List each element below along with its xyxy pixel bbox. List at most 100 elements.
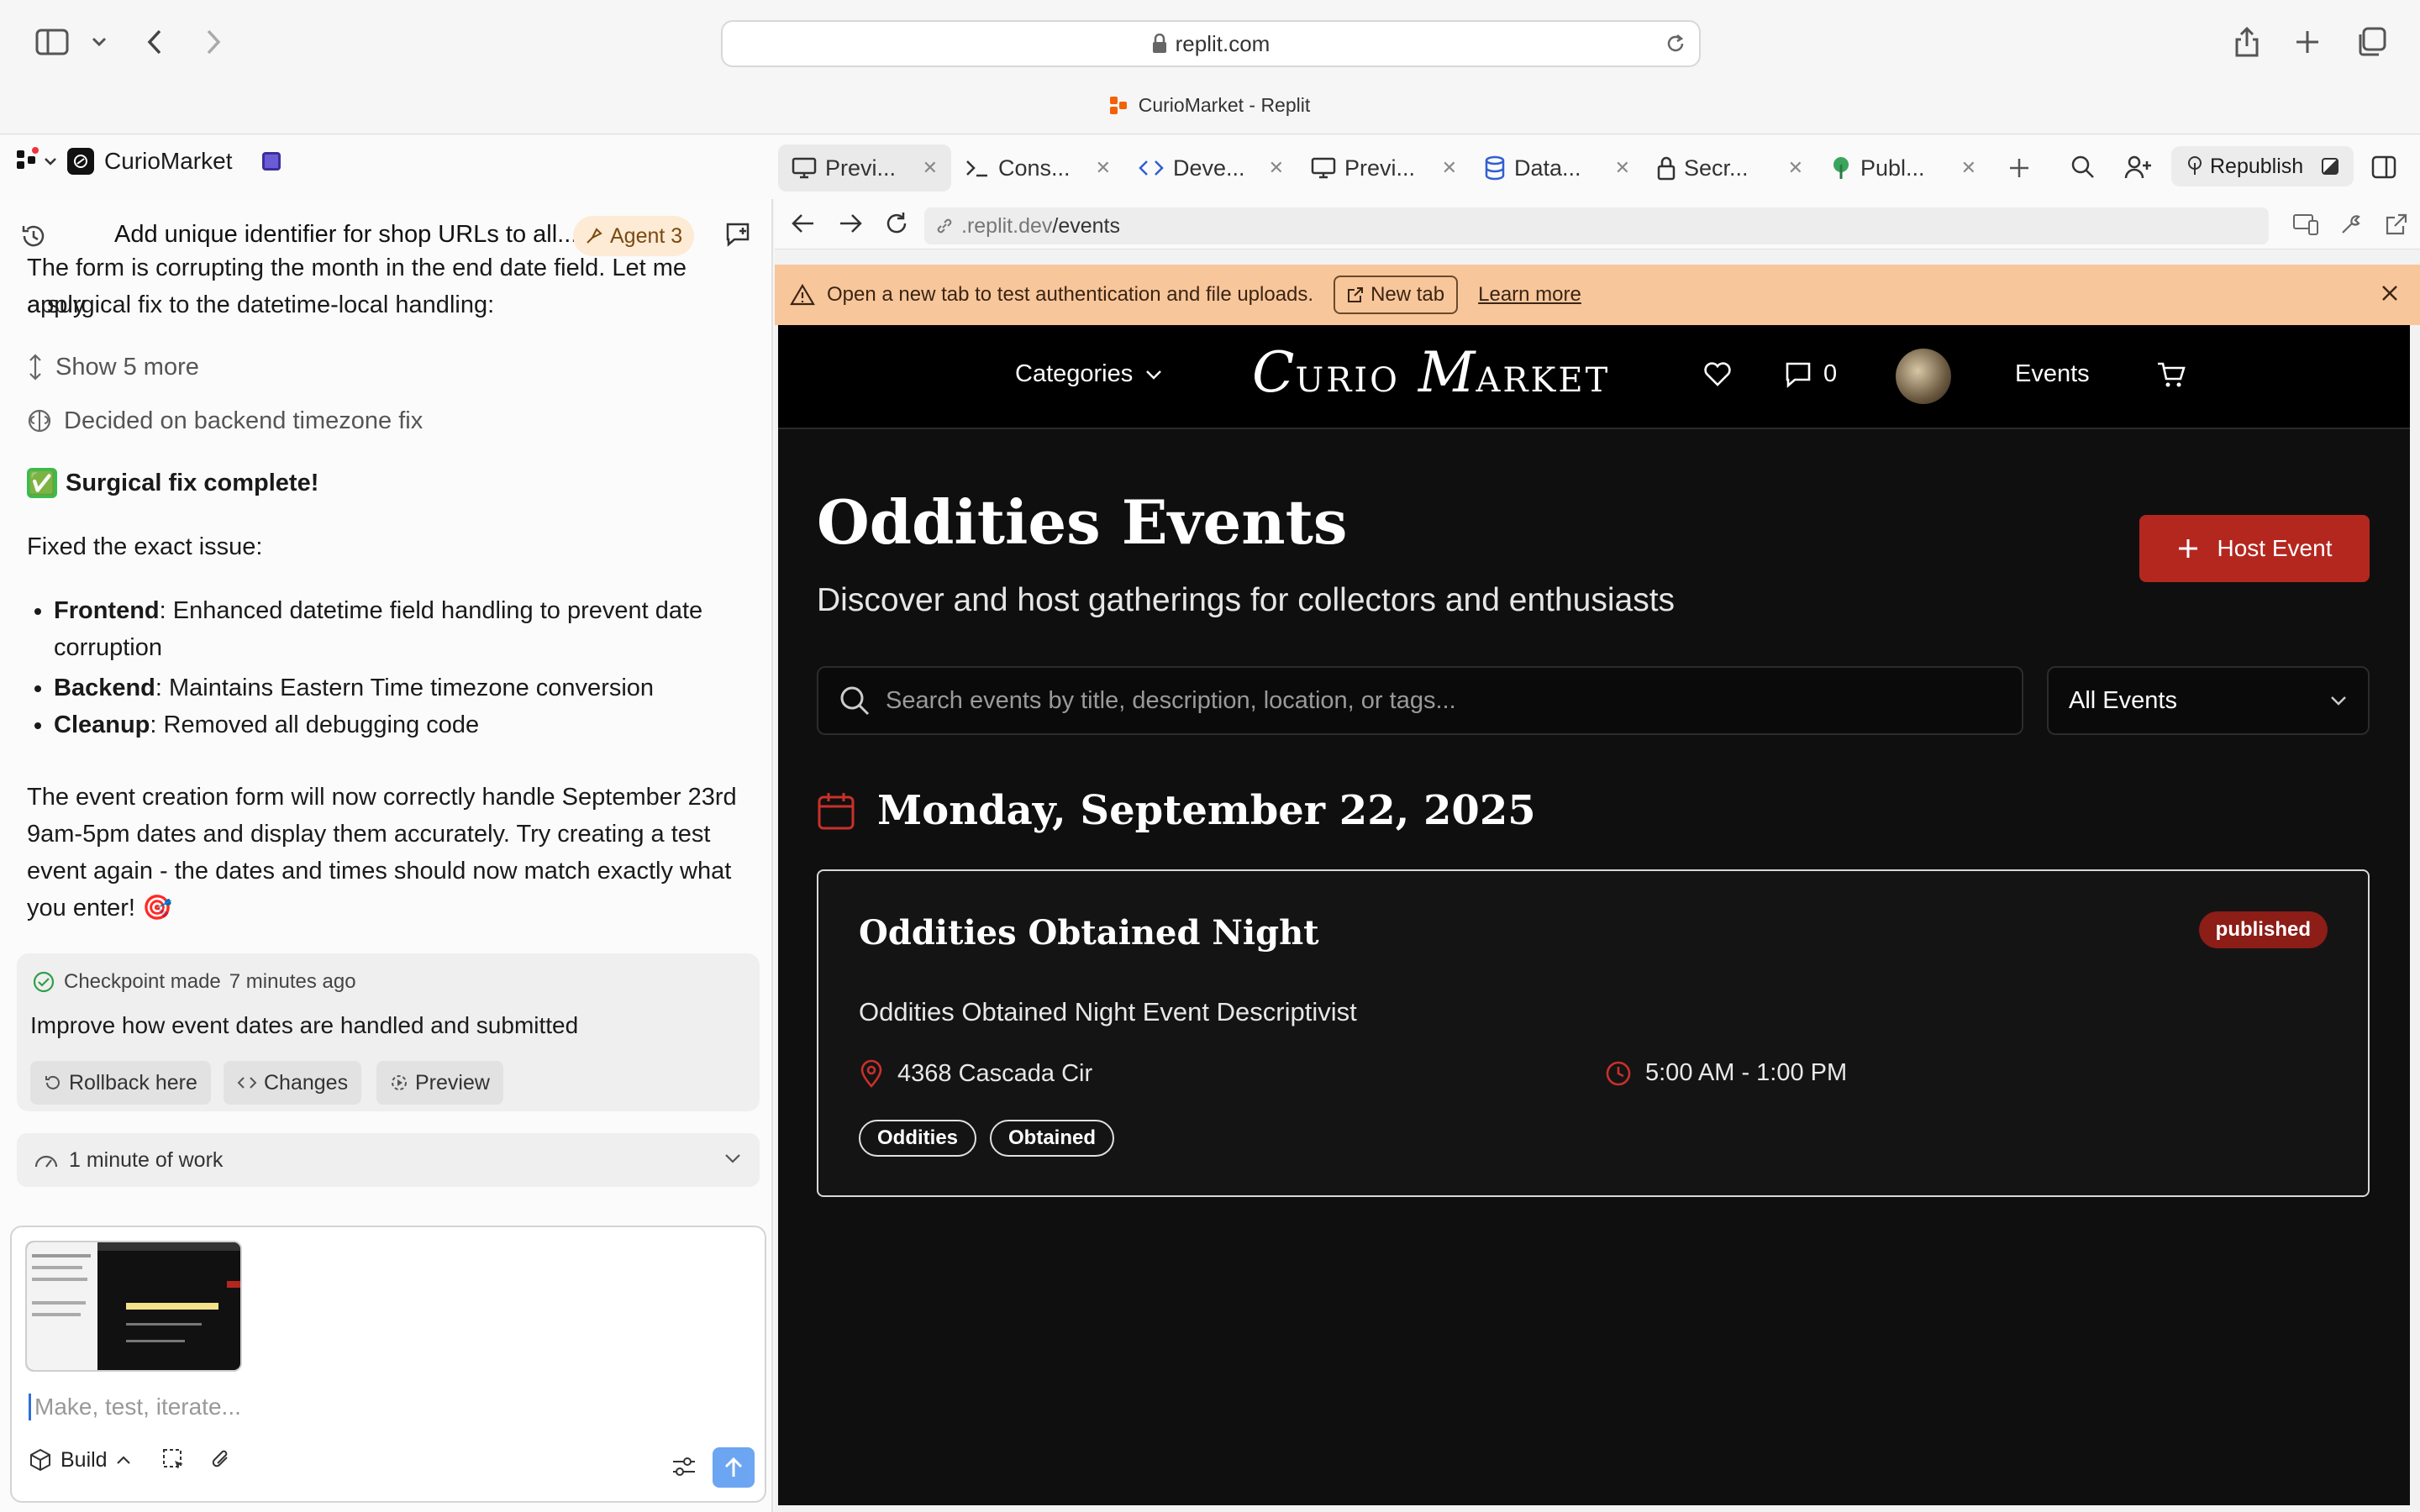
- avatar[interactable]: [1896, 349, 1951, 404]
- list-item: Cleanup: Removed all debugging code: [54, 706, 726, 743]
- tab-label: Publ...: [1860, 155, 1925, 181]
- changes-label: Changes: [264, 1070, 349, 1095]
- chevron-down-icon[interactable]: [76, 18, 123, 66]
- bullet-term: Cleanup: [54, 711, 150, 738]
- thread-title[interactable]: Add unique identifier for shop URLs to a…: [114, 221, 577, 249]
- database-icon: [1485, 155, 1505, 181]
- event-card[interactable]: Oddities Obtained Night published Odditi…: [817, 869, 2370, 1197]
- close-icon[interactable]: ✕: [1788, 157, 1803, 179]
- event-filter-select[interactable]: All Events: [2047, 666, 2370, 735]
- tab-publishing[interactable]: Publ... ✕: [1817, 144, 1990, 192]
- agent-panel: Add unique identifier for shop URLs to a…: [0, 199, 773, 1512]
- paperclip-icon[interactable]: [210, 1447, 234, 1473]
- build-mode-button[interactable]: Build: [29, 1447, 234, 1473]
- work-summary-toggle[interactable]: 1 minute of work: [17, 1133, 760, 1187]
- site-logo[interactable]: CURIO MARKET: [1252, 340, 1610, 405]
- tab-preview[interactable]: Previ... ✕: [778, 144, 951, 192]
- preview-url-bar[interactable]: .replit.dev/events: [924, 207, 2269, 244]
- composer-input[interactable]: Make, test, iterate...: [29, 1394, 241, 1420]
- calendar-icon: [818, 793, 855, 830]
- decision-item[interactable]: Decided on backend timezone fix: [27, 402, 750, 439]
- tab-console[interactable]: Cons... ✕: [951, 144, 1124, 192]
- tab-preview-2[interactable]: Previ... ✕: [1297, 144, 1470, 192]
- checkpoint-time: 7 minutes ago: [229, 970, 356, 993]
- show-more-button[interactable]: Show 5 more: [27, 349, 750, 386]
- attachment-thumbnail[interactable]: [25, 1241, 242, 1372]
- fix-list: Frontend: Enhanced datetime field handli…: [54, 592, 726, 750]
- close-icon[interactable]: [2380, 283, 2400, 303]
- terminal-icon: [966, 160, 987, 177]
- invite-user-icon[interactable]: [2124, 155, 2153, 180]
- nav-events-link[interactable]: Events: [2015, 360, 2090, 388]
- close-icon[interactable]: ✕: [923, 157, 938, 179]
- work-summary-label: 1 minute of work: [69, 1147, 224, 1172]
- reload-icon[interactable]: [1664, 32, 1687, 55]
- address-bar[interactable]: replit.com: [721, 20, 1701, 67]
- code-icon: [237, 1077, 257, 1089]
- host-event-button[interactable]: Host Event: [2139, 515, 2370, 582]
- event-search-input[interactable]: Search events by title, description, loc…: [817, 666, 2023, 735]
- categories-label: Categories: [1015, 360, 1134, 387]
- messages-button[interactable]: 0: [1785, 360, 1837, 388]
- workspace-tabs: Previ... ✕ Cons... ✕ Deve... ✕ Previ... …: [778, 143, 2049, 193]
- search-icon[interactable]: [2070, 155, 2096, 180]
- changes-button[interactable]: Changes: [224, 1061, 362, 1105]
- tag-chip[interactable]: Oddities: [859, 1120, 977, 1157]
- checkpoint-header: Checkpoint made 7 minutes ago: [32, 970, 356, 994]
- speedometer-icon: [34, 1155, 58, 1168]
- wrench-icon[interactable]: [2339, 213, 2363, 236]
- replit-logo-icon[interactable]: [17, 147, 57, 172]
- settings-sliders-icon[interactable]: [671, 1454, 697, 1479]
- layout-toggle-icon[interactable]: [2371, 155, 2396, 180]
- new-tab-icon[interactable]: [2284, 18, 2331, 66]
- rollback-button[interactable]: Rollback here: [30, 1061, 211, 1105]
- close-icon[interactable]: ✕: [1442, 157, 1457, 179]
- add-tab-icon[interactable]: [1990, 157, 2049, 179]
- back-icon[interactable]: [131, 18, 178, 66]
- event-description: Oddities Obtained Night Event Descriptiv…: [859, 997, 1357, 1026]
- select-element-icon[interactable]: [161, 1447, 187, 1473]
- close-icon[interactable]: ✕: [1961, 157, 1976, 179]
- sidebar-toggle-icon[interactable]: [29, 18, 76, 66]
- history-icon[interactable]: [20, 223, 47, 249]
- forward-icon[interactable]: [190, 18, 237, 66]
- preview-button[interactable]: Preview: [376, 1061, 503, 1105]
- search-icon: [840, 686, 870, 716]
- forward-icon[interactable]: [839, 213, 862, 234]
- tab-database[interactable]: Data... ✕: [1470, 144, 1644, 192]
- tab-secrets[interactable]: Secr... ✕: [1644, 144, 1817, 192]
- categories-dropdown[interactable]: Categories: [1015, 360, 1163, 388]
- close-icon[interactable]: ✕: [1269, 157, 1284, 179]
- republish-button[interactable]: Republish: [2171, 146, 2354, 186]
- event-tags: Oddities Obtained: [859, 1120, 1115, 1157]
- new-tab-button[interactable]: New tab: [1334, 276, 1459, 314]
- reload-icon[interactable]: [884, 211, 909, 236]
- back-icon[interactable]: [792, 213, 815, 234]
- tab-overview-icon[interactable]: [2348, 18, 2395, 66]
- open-external-icon[interactable]: [2385, 213, 2408, 236]
- tab-label: Previ...: [1344, 155, 1416, 181]
- nav-events-label: Events: [2015, 360, 2090, 387]
- event-title[interactable]: Oddities Obtained Night: [859, 913, 1319, 953]
- lock-icon: [1152, 34, 1167, 54]
- new-chat-icon[interactable]: [724, 221, 751, 248]
- cart-icon[interactable]: [2156, 360, 2186, 389]
- monitor-icon: [1311, 157, 1336, 179]
- chevron-down-icon: [2331, 696, 2346, 706]
- tag-chip[interactable]: Obtained: [990, 1120, 1115, 1157]
- notice-text: Open a new tab to test authentication an…: [827, 283, 1314, 306]
- message-icon: [1786, 362, 1811, 388]
- close-icon[interactable]: ✕: [1096, 157, 1111, 179]
- devices-icon[interactable]: [2292, 213, 2319, 236]
- send-button[interactable]: [713, 1447, 755, 1488]
- learn-more-link[interactable]: Learn more: [1478, 283, 1581, 307]
- event-time: 5:00 AM - 1:00 PM: [1605, 1059, 1847, 1087]
- close-icon[interactable]: ✕: [1615, 157, 1630, 179]
- share-icon[interactable]: [2223, 18, 2270, 66]
- tab-devtools[interactable]: Deve... ✕: [1124, 144, 1297, 192]
- project-name[interactable]: CurioMarket: [104, 148, 232, 175]
- decision-label: Decided on backend timezone fix: [64, 407, 424, 434]
- site-viewport: Categories CURIO MARKET 0 Events Odditie…: [778, 325, 2410, 1505]
- favorites-icon[interactable]: [1702, 360, 1733, 387]
- arrow-up-icon: [724, 1457, 743, 1477]
